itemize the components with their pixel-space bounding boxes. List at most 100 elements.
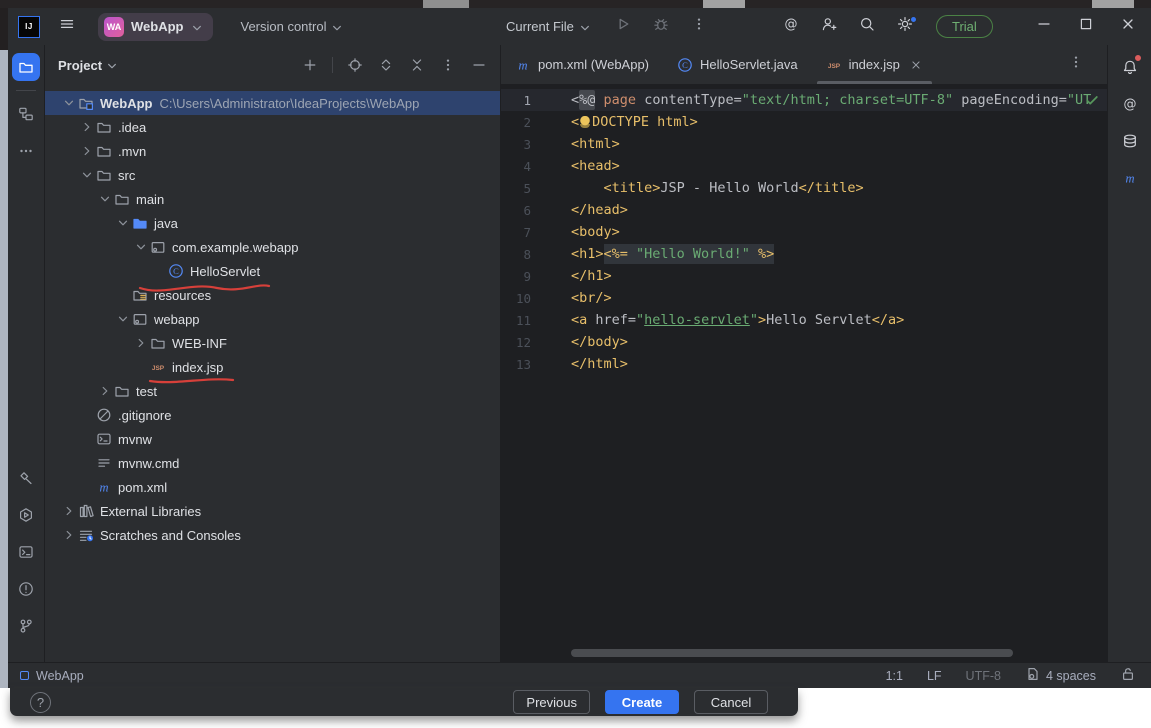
tab-index-jsp[interactable]: JSPindex.jsp — [812, 45, 937, 84]
tree-item-mvnw-cmd[interactable]: mvnw.cmd — [45, 451, 500, 475]
tree-collapse-chevron-icon[interactable] — [61, 95, 77, 111]
inspections-ok-icon[interactable] — [1084, 92, 1100, 112]
tree-expand-chevron-icon[interactable] — [61, 503, 77, 519]
tree-item-resources[interactable]: resources — [45, 283, 500, 307]
tree-item-scratches-and-consoles[interactable]: Scratches and Consoles — [45, 523, 500, 547]
maven-button[interactable]: m — [1116, 164, 1144, 192]
line-number[interactable]: 10 — [501, 291, 531, 306]
line-number[interactable]: 5 — [501, 181, 531, 196]
ai-assistant-button[interactable]: @ — [781, 17, 801, 37]
tree-item-main[interactable]: main — [45, 187, 500, 211]
tree-collapse-chevron-icon[interactable] — [97, 191, 113, 207]
horizontal-scrollbar[interactable] — [571, 649, 1013, 657]
readonly-toggle[interactable] — [1120, 666, 1136, 685]
indent-widget[interactable]: 4 spaces — [1025, 666, 1096, 685]
project-button[interactable] — [12, 53, 40, 81]
code-text[interactable]: <br/> — [571, 290, 612, 306]
tree-item-pom-xml[interactable]: mpom.xml — [45, 475, 500, 499]
line-number[interactable]: 6 — [501, 203, 531, 218]
collapse-all-button[interactable] — [408, 56, 426, 74]
code-text[interactable]: <%@ page contentType="text/html; charset… — [571, 92, 1091, 108]
more-run-options-button[interactable] — [689, 17, 709, 37]
cancel-button[interactable]: Cancel — [694, 690, 768, 714]
code-text[interactable]: <body> — [571, 224, 620, 240]
previous-button[interactable]: Previous — [513, 690, 590, 714]
services-button[interactable] — [12, 501, 40, 529]
select-opened-file-button[interactable] — [346, 56, 364, 74]
tree-expand-chevron-icon[interactable] — [133, 335, 149, 351]
code-text[interactable]: </head> — [571, 202, 628, 218]
close-tab-icon[interactable] — [909, 58, 923, 72]
settings-button[interactable] — [895, 17, 915, 37]
tree-item-gitignore[interactable]: .gitignore — [45, 403, 500, 427]
structure-button[interactable] — [12, 100, 40, 128]
project-widget[interactable]: WA WebApp — [98, 13, 213, 41]
code-with-me-button[interactable] — [819, 17, 839, 37]
tree-item-test[interactable]: test — [45, 379, 500, 403]
encoding-widget[interactable]: UTF-8 — [966, 669, 1001, 683]
code-text[interactable]: <DOCTYPE html> — [571, 114, 698, 130]
tree-item-mvn[interactable]: .mvn — [45, 139, 500, 163]
tree-item-external-libraries[interactable]: External Libraries — [45, 499, 500, 523]
create-button[interactable]: Create — [605, 690, 679, 714]
project-panel-title[interactable]: Project — [58, 58, 102, 73]
search-everywhere-button[interactable] — [857, 17, 877, 37]
code-text[interactable]: <h1><%= "Hello World!" %> — [571, 246, 774, 262]
line-number[interactable]: 7 — [501, 225, 531, 240]
tree-expand-chevron-icon[interactable] — [61, 527, 77, 543]
main-menu-button[interactable] — [57, 17, 77, 37]
run-configuration-selector[interactable]: Current File — [506, 19, 592, 34]
line-number[interactable]: 1 — [501, 93, 531, 108]
problems-button[interactable] — [12, 575, 40, 603]
tree-item-web-inf[interactable]: WEB-INF — [45, 331, 500, 355]
line-number[interactable]: 9 — [501, 269, 531, 284]
tree-collapse-chevron-icon[interactable] — [79, 167, 95, 183]
trial-badge[interactable]: Trial — [936, 15, 993, 38]
line-number[interactable]: 13 — [501, 357, 531, 372]
notifications-button[interactable] — [1116, 53, 1144, 81]
debug-button[interactable] — [651, 17, 671, 37]
tab-pom-xml-webapp[interactable]: mpom.xml (WebApp) — [501, 45, 663, 84]
line-number[interactable]: 4 — [501, 159, 531, 174]
options-button[interactable] — [439, 56, 457, 74]
ai-assistant-button[interactable]: @ — [1116, 90, 1144, 118]
maximize-button[interactable] — [1065, 8, 1107, 45]
line-number[interactable]: 2 — [501, 115, 531, 130]
intention-bulb-icon[interactable] — [580, 116, 590, 128]
tree-item-webapp[interactable]: webapp — [45, 307, 500, 331]
line-number[interactable]: 8 — [501, 247, 531, 262]
tree-item-webapp[interactable]: WebAppC:\Users\Administrator\IdeaProject… — [45, 91, 500, 115]
code-text[interactable]: <html> — [571, 136, 620, 152]
terminal-button[interactable] — [12, 538, 40, 566]
tree-expand-chevron-icon[interactable] — [97, 383, 113, 399]
line-separator-widget[interactable]: LF — [927, 669, 942, 683]
code-text[interactable]: <a href="hello-servlet">Hello Servlet</a… — [571, 312, 904, 328]
build-button[interactable] — [12, 464, 40, 492]
vcs-widget[interactable]: Version control — [240, 19, 344, 34]
help-button[interactable]: ? — [30, 692, 51, 713]
code-text[interactable]: </body> — [571, 334, 628, 350]
code-editor[interactable]: 1 <%@ page contentType="text/html; charse… — [501, 85, 1107, 662]
tree-item-mvnw[interactable]: mvnw — [45, 427, 500, 451]
line-number[interactable]: 3 — [501, 137, 531, 152]
tree-item-com-example-webapp[interactable]: com.example.webapp — [45, 235, 500, 259]
close-button[interactable] — [1107, 8, 1149, 45]
tree-expand-chevron-icon[interactable] — [79, 143, 95, 159]
tree-item-java[interactable]: java — [45, 211, 500, 235]
tree-expand-chevron-icon[interactable] — [79, 119, 95, 135]
expand-all-button[interactable] — [377, 56, 395, 74]
line-number[interactable]: 12 — [501, 335, 531, 350]
tree-collapse-chevron-icon[interactable] — [115, 215, 131, 231]
run-button[interactable] — [613, 17, 633, 37]
hide-button[interactable] — [470, 56, 488, 74]
add-button[interactable] — [301, 56, 319, 74]
code-text[interactable]: </h1> — [571, 268, 612, 284]
database-button[interactable] — [1116, 127, 1144, 155]
line-number[interactable]: 11 — [501, 313, 531, 328]
tab-helloservlet-java[interactable]: CHelloServlet.java — [663, 45, 812, 84]
tree-collapse-chevron-icon[interactable] — [115, 311, 131, 327]
tree-item-index-jsp[interactable]: JSPindex.jsp — [45, 355, 500, 379]
caret-position-widget[interactable]: 1:1 — [886, 669, 903, 683]
code-text[interactable]: <title>JSP - Hello World</title> — [571, 180, 864, 196]
version-control-button[interactable] — [12, 612, 40, 640]
